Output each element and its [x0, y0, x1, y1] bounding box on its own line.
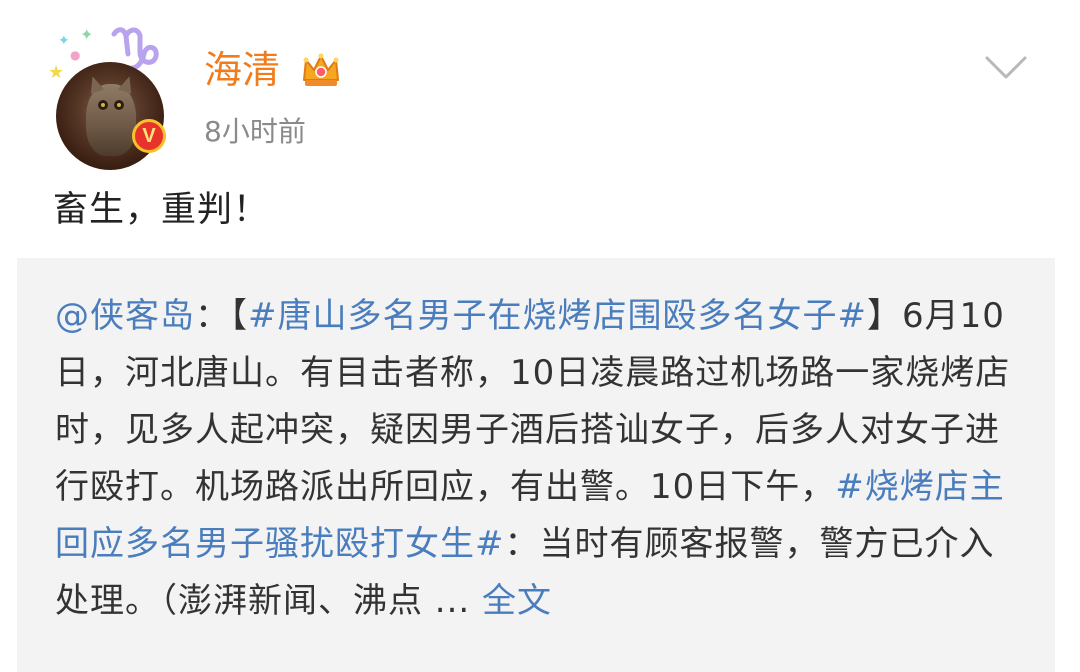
star-decor-icon: ● — [70, 48, 81, 62]
post-timestamp: 8小时前 — [204, 115, 306, 148]
full-text-link[interactable]: 全文 — [482, 581, 552, 621]
bracket-open: 【 — [230, 296, 248, 336]
star-decor-icon: ★ — [48, 62, 65, 83]
avatar-container[interactable]: ★ ✦ ✦ ● V — [46, 24, 176, 170]
username[interactable]: 海清 — [204, 44, 280, 96]
star-decor-icon: ✦ — [80, 25, 94, 44]
owl-eye — [114, 100, 124, 110]
mention-link[interactable]: @侠客岛 — [55, 296, 195, 336]
chevron-down-icon[interactable] — [984, 52, 1028, 82]
star-decor-icon: ✦ — [58, 33, 70, 49]
repost-colon: ： — [195, 296, 230, 336]
weibo-post: ★ ✦ ✦ ● V 海清 8小时前 畜生，重判！ @侠客岛：【#唐山多名男子在烧… — [0, 0, 1080, 672]
verified-v-icon: V — [132, 119, 166, 153]
post-text: 畜生，重判！ — [53, 190, 270, 230]
crown-vip-icon[interactable] — [300, 50, 342, 90]
avatar[interactable] — [56, 62, 164, 170]
repost-text: @侠客岛：【#唐山多名男子在烧烤店围殴多名女子#】6月10日，河北唐山。有目击者… — [55, 288, 1027, 630]
repost-card[interactable]: @侠客岛：【#唐山多名男子在烧烤店围殴多名女子#】6月10日，河北唐山。有目击者… — [17, 258, 1055, 672]
hashtag-link[interactable]: #唐山多名男子在烧烤店围殴多名女子# — [248, 296, 867, 336]
owl-eye — [98, 100, 108, 110]
owl-body — [86, 84, 136, 156]
bracket-close: 】 — [866, 296, 902, 336]
